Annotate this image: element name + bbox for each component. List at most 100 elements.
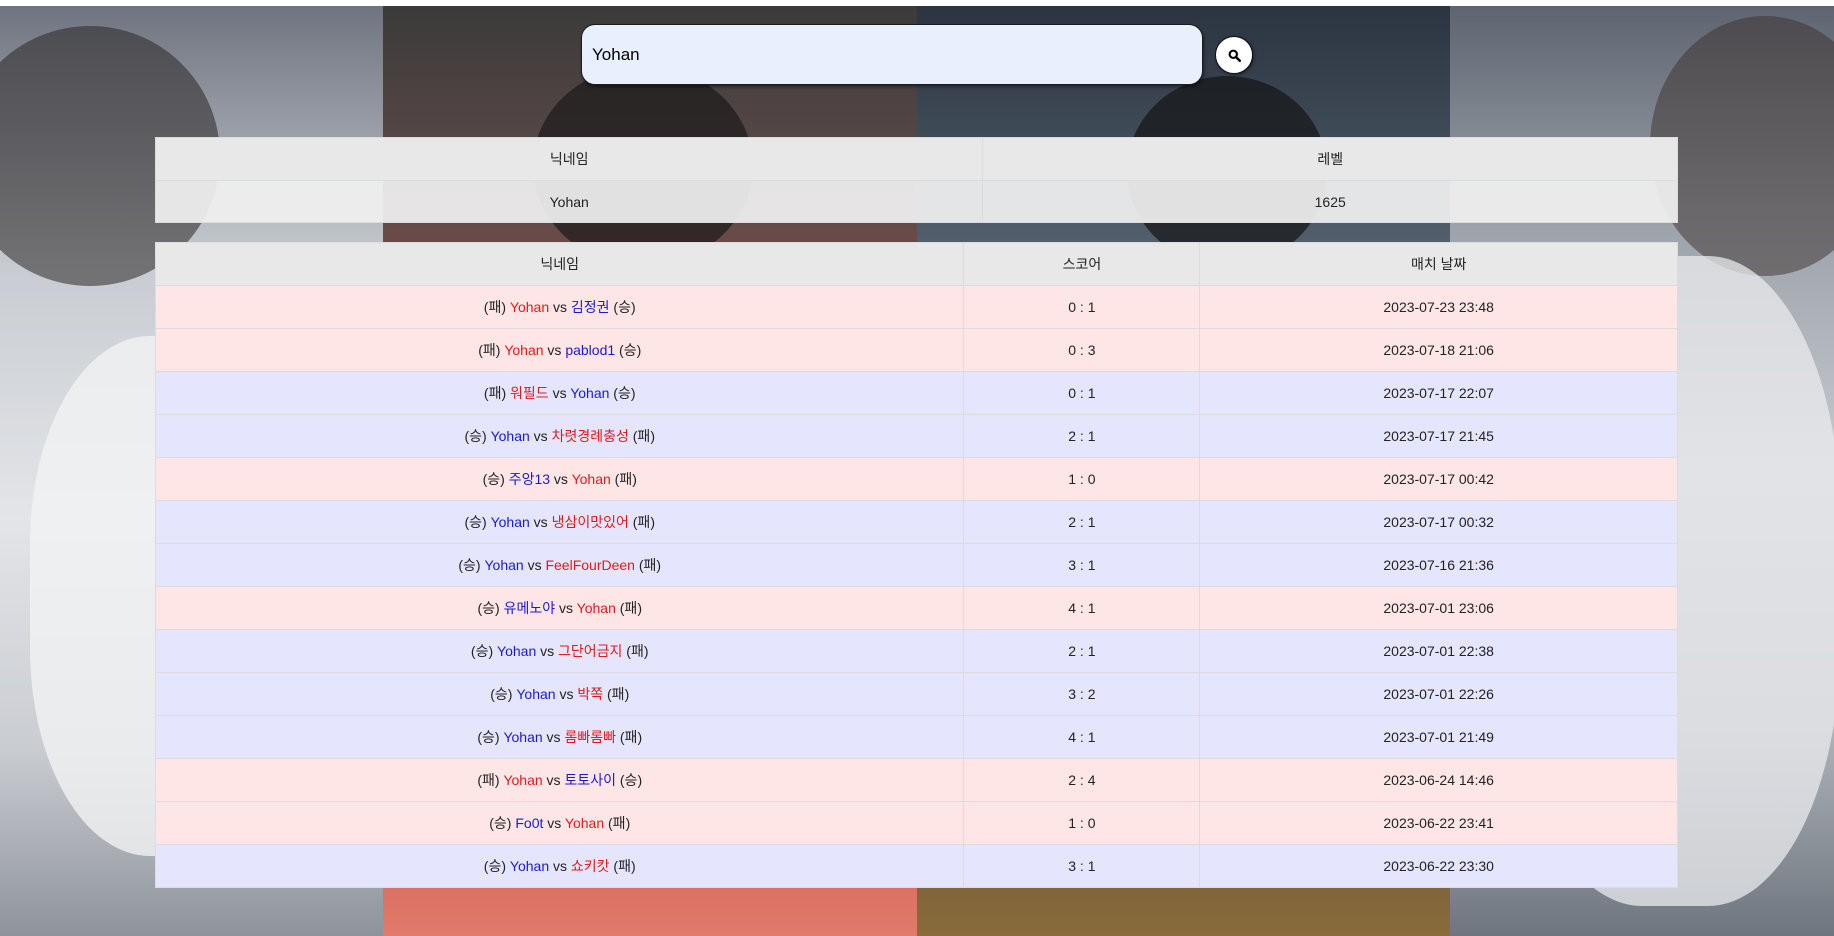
match-row: (승) Yohan vs FeelFourDeen (패) 3 : 1 2023-0… [154,543,1678,587]
player2-name: Yohan [571,471,611,487]
match-score: 0 : 1 [963,371,1201,415]
match-rows: (패) Yohan vs 김정권 (승) 0 : 1 2023-07-23 23:4… [154,285,1678,888]
player1-name: 주앙13 [508,471,551,487]
match-date: 2023-07-17 21:45 [1199,414,1678,458]
match-row: (패) 워필드 vs Yohan (승) 0 : 1 2023-07-17 22:0… [154,371,1678,415]
player2-name: 쇼키캇 [570,858,610,874]
search-button[interactable] [1215,36,1253,74]
match-date: 2023-07-01 22:26 [1199,672,1678,716]
match-score: 0 : 3 [963,328,1201,372]
match-date: 2023-07-17 00:42 [1199,457,1678,501]
player2-result: 승 [623,342,637,358]
match-score: 1 : 0 [963,457,1201,501]
match-score: 2 : 1 [963,629,1201,673]
match-row: (승) 주앙13 vs Yohan (패) 1 : 0 2023-07-17 00:… [154,457,1678,501]
match-date: 2023-06-22 23:30 [1199,844,1678,888]
player2-name: 냉삼이맛있어 [551,514,629,530]
profile-level: 1625 [982,180,1678,223]
match-history-table: 닉네임 스코어 매치 날짜 (패) Yohan vs 김정권 (승) 0 : 12… [154,242,1678,888]
player2-name: 토토사이 [564,772,616,788]
profile-nickname: Yohan [154,180,984,223]
player1-name: Yohan [503,729,543,745]
match-header-score: 스코어 [963,242,1201,286]
match-date: 2023-07-01 21:49 [1199,715,1678,759]
search-bar [581,24,1203,85]
player1-result: 패 [488,385,502,401]
player2-result: 패 [624,729,638,745]
match-header-nickname: 닉네임 [154,242,965,286]
player1-name: 워필드 [510,385,549,401]
match-players: (승) Fo0t vs Yohan (패) [154,801,965,845]
match-score: 3 : 2 [963,672,1201,716]
player2-result: 패 [643,557,657,573]
player2-result: 승 [618,299,631,315]
match-date: 2023-07-01 22:38 [1199,629,1678,673]
match-date: 2023-07-17 22:07 [1199,371,1678,415]
match-players: (승) Yohan vs 쇼키캇 (패) [154,844,965,888]
match-row: (승) Yohan vs 박쪽 (패) 3 : 2 2023-07-01 22:26 [154,672,1678,716]
match-date: 2023-07-01 23:06 [1199,586,1678,630]
match-players: (승) Yohan vs 차렷경례충성 (패) [154,414,965,458]
player1-result: 패 [488,299,502,315]
match-players: (승) Yohan vs 그단어금지 (패) [154,629,965,673]
player2-result: 패 [630,643,644,659]
player2-name: 박쪽 [577,686,604,702]
player1-result: 승 [475,643,489,659]
page: 닉네임 레벨 Yohan 1625 닉네임 스코어 매치 날짜 (패) Yoha… [0,0,1834,936]
search-icon [1228,49,1241,62]
match-row: (패) Yohan vs 토토사이 (승) 2 : 4 2023-06-24 14:… [154,758,1678,802]
match-players: (승) Yohan vs 롬빠롬빠 (패) [154,715,965,759]
player2-name: 김정권 [570,299,610,315]
player2-result: 패 [637,428,651,444]
player2-name: Yohan [576,600,616,616]
match-row: (승) Fo0t vs Yohan (패) 1 : 0 2023-06-22 23:… [154,801,1678,845]
match-score: 0 : 1 [963,285,1201,329]
match-score: 2 : 1 [963,414,1201,458]
player2-result: 패 [619,471,633,487]
player1-result: 패 [482,772,495,788]
match-score: 4 : 1 [963,586,1201,630]
match-players: (승) 유메노야 vs Yohan (패) [154,586,965,630]
player1-result: 승 [494,686,508,702]
match-score: 3 : 1 [963,844,1201,888]
match-date: 2023-07-17 00:32 [1199,500,1678,544]
player2-result: 승 [617,385,631,401]
player1-name: Yohan [509,299,550,315]
player2-name: 그단어금지 [558,643,623,659]
player1-name: Yohan [497,643,537,659]
match-score: 2 : 1 [963,500,1201,544]
player2-result: 패 [611,686,625,702]
match-players: (패) Yohan vs pablod1 (승) [154,328,965,372]
player1-name: Yohan [516,686,556,702]
match-row: (승) 유메노야 vs Yohan (패) 4 : 1 2023-07-01 23:… [154,586,1678,630]
match-row: (승) Yohan vs 그단어금지 (패) 2 : 1 2023-07-01 22… [154,629,1678,673]
match-date: 2023-07-18 21:06 [1199,328,1678,372]
player1-name: Yohan [509,858,550,874]
match-score: 1 : 0 [963,801,1201,845]
player2-result: 패 [637,514,651,530]
player1-name: Yohan [490,514,530,530]
player2-name: 롬빠롬빠 [564,729,616,745]
match-date: 2023-07-23 23:48 [1199,285,1678,329]
match-players: (패) Yohan vs 김정권 (승) [154,285,965,329]
match-header-row: 닉네임 스코어 매치 날짜 [154,242,1678,286]
match-row: (승) Yohan vs 쇼키캇 (패) 3 : 1 2023-06-22 23:3… [154,844,1678,888]
player1-result: 패 [482,342,496,358]
profile-header-nickname: 닉네임 [154,137,984,181]
player1-result: 승 [469,514,483,530]
match-row: (승) Yohan vs 차렷경례충성 (패) 2 : 1 2023-07-17 2… [154,414,1678,458]
match-date: 2023-06-24 14:46 [1199,758,1678,802]
profile-header-level: 레벨 [982,137,1678,181]
player2-result: 패 [612,815,626,831]
match-date: 2023-06-22 23:41 [1199,801,1678,845]
match-players: (승) Yohan vs FeelFourDeen (패) [154,543,965,587]
player2-name: FeelFourDeen [545,557,635,573]
player1-name: Yohan [503,772,543,788]
player1-name: 유메노야 [503,600,556,616]
player2-name: Yohan [570,385,610,401]
match-row: (승) Yohan vs 롬빠롬빠 (패) 4 : 1 2023-07-01 21:… [154,715,1678,759]
player2-result: 승 [624,772,638,788]
player1-name: Yohan [484,557,524,573]
player2-result: 패 [618,858,631,874]
search-input[interactable] [581,24,1203,85]
